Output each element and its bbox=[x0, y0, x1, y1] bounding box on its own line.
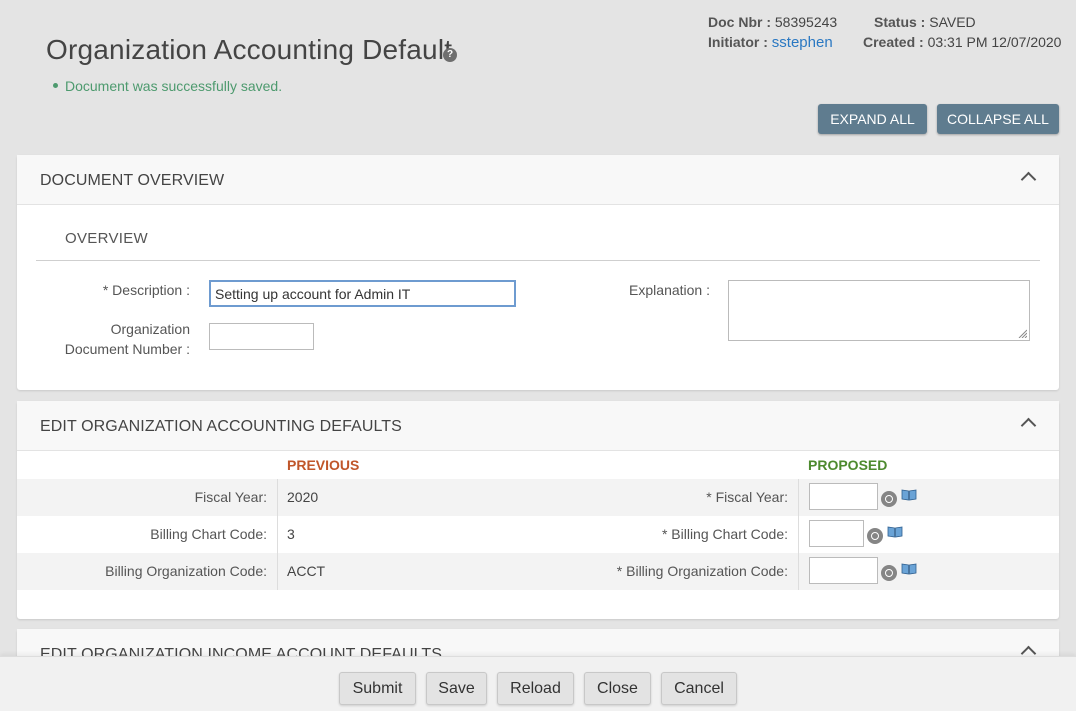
accounting-defaults-panel: EDIT ORGANIZATION ACCOUNTING DEFAULTS PR… bbox=[17, 401, 1059, 619]
table-row: Billing Chart Code: 3 * Billing Chart Co… bbox=[17, 516, 1059, 553]
initiator-label: Initiator : bbox=[708, 34, 768, 50]
search-icon[interactable] bbox=[881, 491, 897, 507]
document-overview-header[interactable]: DOCUMENT OVERVIEW bbox=[17, 155, 1059, 205]
close-button[interactable]: Close bbox=[584, 672, 651, 705]
success-message-text: Document was successfully saved. bbox=[65, 78, 283, 94]
save-button[interactable]: Save bbox=[426, 672, 487, 705]
initiator-link[interactable]: sstephen bbox=[772, 34, 833, 51]
table-row: Fiscal Year: 2020 * Fiscal Year: bbox=[17, 479, 1059, 516]
column-divider bbox=[277, 479, 278, 590]
created: Created : 03:31 PM 12/07/2020 bbox=[863, 34, 1061, 50]
org-doc-number-input[interactable] bbox=[209, 323, 314, 350]
fiscal-year-input[interactable] bbox=[809, 483, 878, 510]
success-message: Document was successfully saved. bbox=[53, 78, 282, 94]
billing-chart-code-input[interactable] bbox=[809, 520, 864, 547]
help-icon[interactable]: ? bbox=[443, 48, 457, 62]
status-value: SAVED bbox=[929, 14, 976, 30]
proposed-column-header: PROPOSED bbox=[808, 457, 888, 473]
chevron-up-icon[interactable] bbox=[1020, 171, 1037, 188]
description-label: * Description : bbox=[102, 282, 190, 298]
search-icon[interactable] bbox=[867, 528, 883, 544]
billing-chart-code-label: Billing Chart Code: bbox=[150, 526, 267, 542]
document-overview-title: DOCUMENT OVERVIEW bbox=[40, 172, 225, 189]
cancel-button[interactable]: Cancel bbox=[661, 672, 737, 705]
table-row: Billing Organization Code: ACCT * Billin… bbox=[17, 553, 1059, 590]
doc-number-value: 58395243 bbox=[774, 14, 838, 30]
description-input[interactable] bbox=[209, 280, 516, 307]
initiator: Initiator : sstephen bbox=[708, 34, 833, 51]
chevron-up-icon[interactable] bbox=[1020, 417, 1037, 434]
fiscal-year-label: Fiscal Year: bbox=[194, 489, 267, 505]
billing-organization-code-label: Billing Organization Code: bbox=[105, 563, 267, 579]
created-value: 03:31 PM 12/07/2020 bbox=[927, 34, 1062, 50]
bullet-icon bbox=[53, 82, 58, 88]
submit-button[interactable]: Submit bbox=[339, 672, 416, 705]
accounting-defaults-header[interactable]: EDIT ORGANIZATION ACCOUNTING DEFAULTS bbox=[17, 401, 1059, 451]
divider bbox=[36, 260, 1040, 261]
action-bar: Submit Save Reload Close Cancel bbox=[0, 656, 1076, 711]
org-doc-number-label-line2: Document Number : bbox=[64, 341, 190, 357]
expand-all-button[interactable]: EXPAND ALL bbox=[818, 104, 927, 134]
fiscal-year-previous: 2020 bbox=[287, 489, 319, 505]
book-icon[interactable] bbox=[901, 489, 917, 501]
billing-organization-code-input[interactable] bbox=[809, 557, 878, 584]
billing-chart-code-proposed-label: * Billing Chart Code: bbox=[661, 526, 788, 542]
doc-number-label: Doc Nbr : bbox=[708, 14, 771, 30]
created-label: Created : bbox=[863, 34, 924, 50]
reload-button[interactable]: Reload bbox=[497, 672, 574, 705]
billing-organization-code-previous: ACCT bbox=[287, 563, 326, 579]
explanation-label: Explanation : bbox=[629, 282, 710, 298]
explanation-textarea[interactable] bbox=[728, 280, 1030, 341]
org-doc-number-label: Organization Document Number : bbox=[65, 319, 190, 359]
org-doc-number-label-line1: Organization bbox=[110, 321, 190, 337]
doc-number: Doc Nbr : 58395243 bbox=[708, 14, 837, 30]
resize-handle-icon[interactable] bbox=[1017, 328, 1027, 338]
book-icon[interactable] bbox=[887, 526, 903, 538]
previous-column-header: PREVIOUS bbox=[287, 457, 360, 473]
column-divider bbox=[798, 479, 799, 590]
search-icon[interactable] bbox=[881, 565, 897, 581]
accounting-defaults-title: EDIT ORGANIZATION ACCOUNTING DEFAULTS bbox=[40, 418, 402, 435]
billing-organization-code-proposed-label: * Billing Organization Code: bbox=[616, 563, 788, 579]
fiscal-year-proposed-label: * Fiscal Year: bbox=[706, 489, 788, 505]
billing-chart-code-previous: 3 bbox=[287, 526, 295, 542]
collapse-all-button[interactable]: COLLAPSE ALL bbox=[937, 104, 1059, 134]
book-icon[interactable] bbox=[901, 563, 917, 575]
page-title: Organization Accounting Default bbox=[46, 34, 453, 65]
document-overview-panel: DOCUMENT OVERVIEW OVERVIEW * Description… bbox=[17, 155, 1059, 390]
status: Status : SAVED bbox=[874, 14, 976, 30]
status-label: Status : bbox=[874, 14, 926, 30]
overview-subheading: OVERVIEW bbox=[65, 230, 148, 247]
